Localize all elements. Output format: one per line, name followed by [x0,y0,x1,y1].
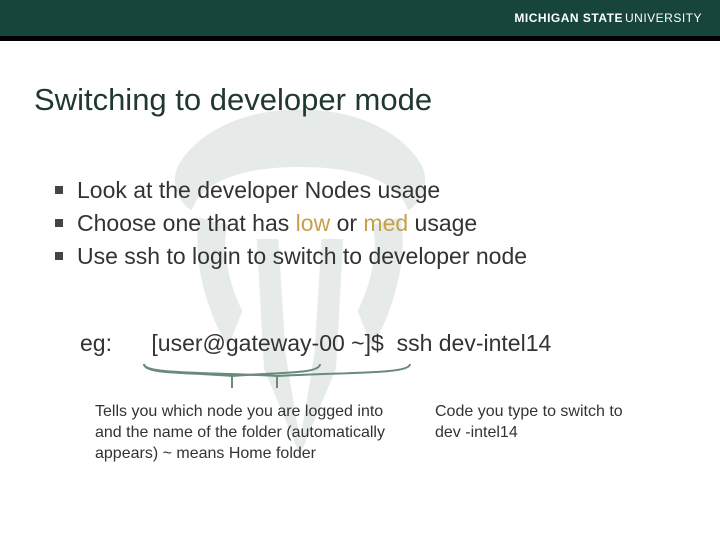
bullet-text-mid: or [330,210,363,236]
brand-text: MICHIGAN STATEUNIVERSITY [514,11,702,25]
header-bar: MICHIGAN STATEUNIVERSITY [0,0,720,36]
example-line: eg: [user@gateway-00 ~]$ ssh dev-intel14 [80,330,690,357]
slide: MICHIGAN STATEUNIVERSITY Switching to de… [0,0,720,540]
example-label: eg: [80,330,145,357]
brand-part2: UNIVERSITY [625,11,702,25]
annotation-notes: Tells you which node you are logged into… [95,402,700,464]
bullet-item: Use ssh to login to switch to developer … [55,241,680,272]
note-command-explanation: Code you type to switch to dev -intel14 [435,402,645,464]
bullet-text: Look at the developer Nodes usage [77,177,440,203]
bullet-item: Look at the developer Nodes usage [55,175,680,206]
bullet-text: Use ssh to login to switch to developer … [77,243,527,269]
bullet-text-low: low [296,210,331,236]
bullet-marker [55,252,63,260]
bullet-text-med: med [363,210,408,236]
brand-part1: MICHIGAN STATE [514,11,623,25]
shell-command: ssh dev-intel14 [397,330,552,356]
bullet-marker [55,186,63,194]
bullet-text-post: usage [408,210,477,236]
brace-right [142,362,322,392]
bullet-list: Look at the developer Nodes usage Choose… [55,175,680,274]
bullet-item: Choose one that has low or med usage [55,208,680,239]
bullet-text-pre: Choose one that has [77,210,296,236]
spartan-icon [120,95,480,455]
bullet-marker [55,219,63,227]
header-accent [0,36,720,41]
spartan-watermark [120,95,480,455]
shell-prompt: [user@gateway-00 ~]$ [151,330,383,356]
note-prompt-explanation: Tells you which node you are logged into… [95,402,395,464]
slide-title: Switching to developer mode [34,82,432,118]
